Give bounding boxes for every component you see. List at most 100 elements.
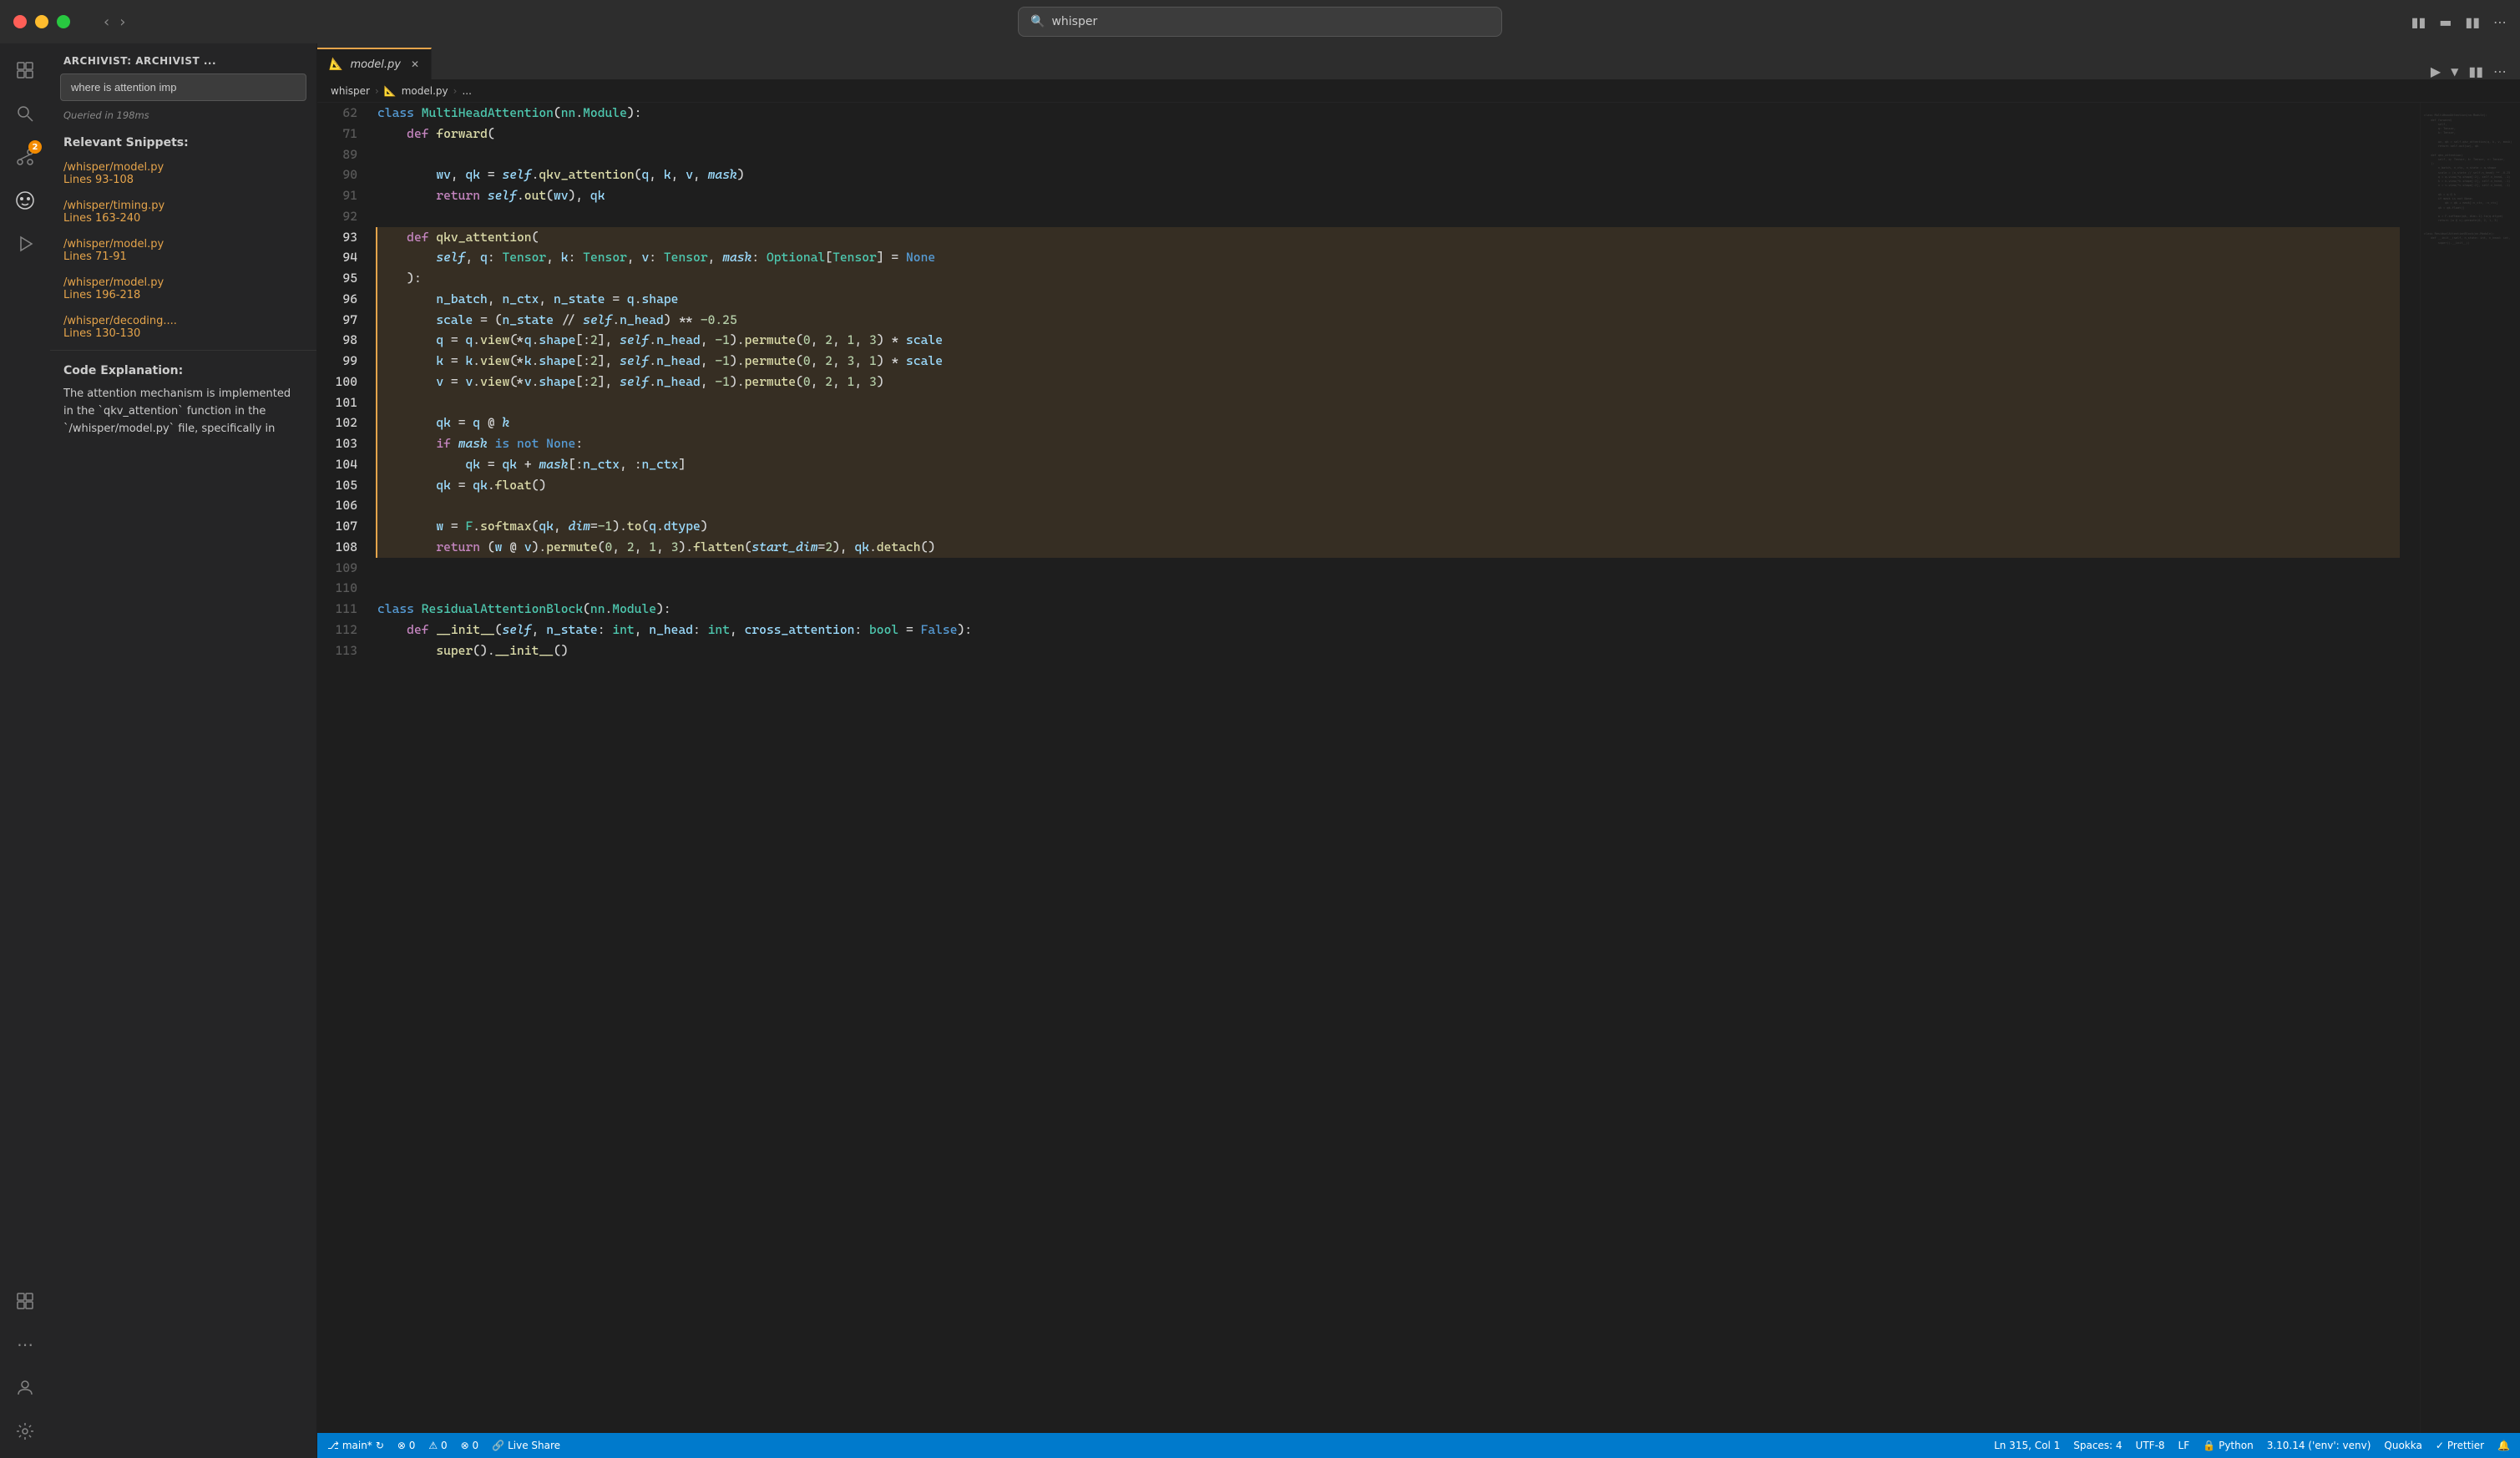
global-search-bar[interactable]: 🔍 whisper [1018, 7, 1502, 37]
maximize-button[interactable] [57, 15, 70, 28]
spaces-setting[interactable]: Spaces: 4 [2073, 1440, 2122, 1451]
code-content[interactable]: class MultiHeadAttention(nn.Module): def… [371, 103, 2420, 1433]
close-button[interactable] [13, 15, 27, 28]
minimize-button[interactable] [35, 15, 48, 28]
check-icon: ✓ [2436, 1440, 2444, 1451]
code-line-95: ): [376, 268, 2400, 289]
navigation-buttons: ‹ › [104, 13, 125, 31]
ln-108: 108 [317, 537, 357, 558]
code-line-104: qk = qk + mask[:n_ctx, :n_ctx] [376, 454, 2400, 475]
language-selector[interactable]: 🔒 Python [2203, 1440, 2254, 1451]
sidebar-item-accounts[interactable] [5, 1368, 45, 1408]
sidebar-item-search[interactable] [5, 94, 45, 134]
explanation-title: Code Explanation: [50, 354, 316, 382]
ln-92: 92 [317, 206, 357, 227]
code-line-105: qk = qk.float() [376, 475, 2400, 496]
ln-109: 109 [317, 558, 357, 579]
code-line-113: super().__init__() [377, 640, 2400, 661]
sidebar-panel: ARCHIVIST: ARCHIVIST ... Queried in 198m… [50, 43, 317, 1458]
ln-104: 104 [317, 454, 357, 475]
snippet-item-5[interactable]: /whisper/decoding.... Lines 130-130 [50, 308, 316, 347]
code-line-62: class MultiHeadAttention(nn.Module): [377, 103, 2400, 124]
quokka-plugin[interactable]: Quokka [2384, 1440, 2421, 1451]
breadcrumb-sep-1: › [375, 85, 379, 97]
ln-62: 62 [317, 103, 357, 124]
code-line-90: wv, qk = self.qkv_attention(q, k, v, mas… [377, 165, 2400, 185]
editor-area: 📐 model.py ✕ ▶ ▼ ▮▮ ⋯ whisper › 📐 model.… [317, 43, 2520, 1458]
ln-97: 97 [317, 310, 357, 331]
titlebar-right: ▮▮ ▬ ▮▮ ⋯ [2411, 14, 2507, 30]
snippet-item-3[interactable]: /whisper/model.py Lines 71-91 [50, 231, 316, 270]
ln-98: 98 [317, 330, 357, 351]
snippet-item-2[interactable]: /whisper/timing.py Lines 163-240 [50, 193, 316, 231]
ln-101: 101 [317, 392, 357, 413]
run-dropdown-icon[interactable]: ▼ [2451, 66, 2458, 78]
sidebar-toggle-icon[interactable]: ▮▮ [2411, 14, 2426, 30]
run-button[interactable]: ▶ [2431, 63, 2441, 79]
python-version[interactable]: 3.10.14 ('env': venv) [2267, 1440, 2371, 1451]
tab-bar: 📐 model.py ✕ ▶ ▼ ▮▮ ⋯ [317, 43, 2520, 80]
split-editor-button[interactable]: ▮▮ [2468, 63, 2483, 79]
snippet-item-4[interactable]: /whisper/model.py Lines 196-218 [50, 270, 316, 308]
prettier-label: Prettier [2447, 1440, 2484, 1451]
breadcrumb-file[interactable]: model.py [402, 85, 448, 97]
sidebar-item-settings[interactable] [5, 1411, 45, 1451]
network-status[interactable]: ⊗ 0 [461, 1440, 479, 1451]
breadcrumb-file-icon: 📐 [384, 85, 397, 97]
notification-bell[interactable]: 🔔 [2497, 1440, 2510, 1451]
ln-90: 90 [317, 165, 357, 185]
search-input[interactable] [60, 73, 306, 101]
ln-105: 105 [317, 475, 357, 496]
ln-113: 113 [317, 640, 357, 661]
code-line-109 [377, 558, 2400, 579]
app-body: 2 [0, 43, 2520, 1458]
sidebar-item-explorer[interactable] [5, 50, 45, 90]
split-editor-icon[interactable]: ▮▮ [2465, 14, 2480, 30]
code-line-94: self, q: Tensor, k: Tensor, v: Tensor, m… [376, 247, 2400, 268]
code-line-101 [376, 392, 2400, 413]
back-button[interactable]: ‹ [104, 13, 109, 31]
breadcrumb-root[interactable]: whisper [331, 85, 370, 97]
sidebar-item-source-control[interactable]: 2 [5, 137, 45, 177]
line-ending-setting[interactable]: LF [2178, 1440, 2190, 1451]
code-line-92 [377, 206, 2400, 227]
tab-close-button[interactable]: ✕ [411, 58, 419, 70]
error-count[interactable]: ⊗ 0 [397, 1440, 416, 1451]
network-label: ⊗ 0 [461, 1440, 479, 1451]
python-version-label: 3.10.14 ('env': venv) [2267, 1440, 2371, 1451]
ln-112: 112 [317, 620, 357, 640]
ln-107: 107 [317, 516, 357, 537]
live-share[interactable]: 🔗 Live Share [492, 1440, 560, 1451]
code-line-112: def __init__(self, n_state: int, n_head:… [377, 620, 2400, 640]
live-share-label: Live Share [508, 1440, 560, 1451]
quokka-label: Quokka [2384, 1440, 2421, 1451]
ln-110: 110 [317, 578, 357, 599]
query-time: Queried in 198ms [50, 108, 316, 129]
sidebar-divider [50, 350, 316, 351]
tab-model-py[interactable]: 📐 model.py ✕ [317, 48, 432, 79]
position-label: Ln 315, Col 1 [1994, 1440, 2060, 1451]
code-line-89 [377, 144, 2400, 165]
source-control-badge: 2 [28, 140, 42, 154]
encoding-setting[interactable]: UTF-8 [2136, 1440, 2165, 1451]
ln-100: 100 [317, 372, 357, 392]
prettier-plugin[interactable]: ✓ Prettier [2436, 1440, 2484, 1451]
cursor-position[interactable]: Ln 315, Col 1 [1994, 1440, 2060, 1451]
editor-more-options[interactable]: ⋯ [2493, 63, 2507, 79]
code-line-98: q = q.view(*q.shape[:2], self.n_head, -1… [376, 330, 2400, 351]
sidebar-item-more[interactable]: ⋯ [5, 1324, 45, 1364]
spaces-label: Spaces: 4 [2073, 1440, 2122, 1451]
more-options-icon[interactable]: ⋯ [2493, 14, 2507, 30]
code-line-96: n_batch, n_ctx, n_state = q.shape [376, 289, 2400, 310]
sidebar-item-extensions[interactable] [5, 1281, 45, 1321]
ln-71: 71 [317, 124, 357, 144]
sidebar-item-ai-assistant[interactable] [5, 180, 45, 220]
breadcrumb-more[interactable]: ... [462, 85, 471, 97]
sidebar-item-run-debug[interactable] [5, 224, 45, 264]
git-branch[interactable]: ⎇ main* ↻ [327, 1440, 384, 1451]
code-line-111: class ResidualAttentionBlock(nn.Module): [377, 599, 2400, 620]
warning-count[interactable]: ⚠ 0 [428, 1440, 447, 1451]
forward-button[interactable]: › [119, 13, 125, 31]
snippet-item-1[interactable]: /whisper/model.py Lines 93-108 [50, 154, 316, 193]
layout-icon[interactable]: ▬ [2439, 14, 2452, 30]
